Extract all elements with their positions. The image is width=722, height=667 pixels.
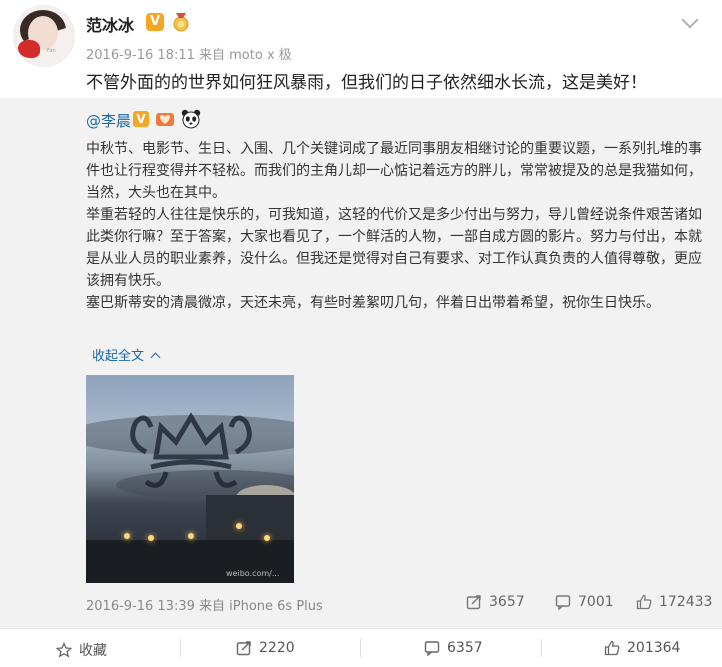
author-name[interactable]: 范冰冰 — [86, 12, 134, 36]
collapse-label: 收起全文 — [92, 349, 145, 364]
collapse-text-link[interactable]: 收起全文 — [92, 345, 161, 364]
panda-icon — [181, 109, 201, 129]
thumbs-up-icon — [604, 640, 620, 656]
like-count: 172433 — [659, 594, 713, 610]
reposted-text: 中秋节、电影节、生日、入围、几个关键词成了最近同事朋友相继讨论的重要议题，一系列… — [86, 138, 714, 314]
repost-count: 3657 — [489, 594, 525, 610]
favorite-button[interactable]: 收藏 — [56, 640, 107, 660]
star-icon — [56, 642, 72, 658]
reposted-card[interactable]: @李晨 V 中秋节、电影节、生日、入围、几个关键词成了最近同事朋友相继讨论的重要… — [0, 98, 722, 628]
avatar[interactable]: Fan — [13, 5, 75, 67]
share-icon — [236, 641, 251, 656]
post-meta: 2016-9-16 18:11 来自 moto x 极 — [86, 48, 292, 63]
medal-icon — [173, 13, 189, 32]
chevron-up-icon — [150, 352, 161, 363]
reposted-time: 2016-9-16 13:39 来自 iPhone 6s Plus — [86, 599, 323, 614]
repost-button[interactable]: 2220 — [236, 640, 295, 656]
comment-count: 7001 — [578, 594, 614, 610]
image-watermark: weibo.com/... — [226, 569, 280, 578]
thumbs-up-icon — [636, 594, 652, 610]
rose-icon — [18, 40, 40, 58]
share-icon — [466, 595, 481, 610]
like-count-button[interactable]: 172433 — [636, 594, 712, 610]
comment-icon — [555, 595, 571, 610]
repost-count: 2220 — [259, 640, 295, 656]
chevron-down-icon[interactable] — [681, 11, 699, 29]
comment-button[interactable]: 6357 — [424, 640, 483, 656]
favorite-label: 收藏 — [79, 643, 107, 659]
divider — [180, 639, 181, 657]
comment-count: 6357 — [447, 640, 483, 656]
reposted-user-link[interactable]: @李晨 — [86, 110, 131, 131]
crown-watermark-icon — [130, 412, 252, 488]
post-header: Fan 范冰冰 V 2016-9-16 18:11 来自 moto x 极 不管… — [0, 0, 722, 98]
heart-hands-icon — [156, 113, 174, 126]
paragraph: 塞巴斯蒂安的清晨微凉，天还未亮，有些时差絮叨几句，伴着日出带着希望，祝你生日快乐… — [86, 295, 660, 311]
paragraph: 举重若轻的人往往是快乐的，可我知道，这轻的代价又是多少付出与努力，导儿曾经说条件… — [86, 207, 702, 289]
like-count: 201364 — [627, 640, 681, 656]
divider — [541, 639, 542, 657]
action-bar: 收藏 2220 6357 201364 — [0, 628, 722, 667]
paragraph: 中秋节、电影节、生日、入围、几个关键词成了最近同事朋友相继讨论的重要议题，一系列… — [86, 141, 702, 201]
post-photo[interactable]: weibo.com/... — [86, 375, 294, 583]
like-button[interactable]: 201364 — [604, 640, 680, 656]
comment-icon — [424, 641, 440, 656]
verified-badge-icon: V — [133, 111, 149, 127]
repost-count-button[interactable]: 3657 — [466, 594, 525, 610]
divider — [360, 639, 361, 657]
verified-badge-icon: V — [146, 13, 164, 31]
post-content: 不管外面的的世界如何狂风暴雨，但我们的日子依然细水长流，这是美好！ — [86, 73, 647, 93]
comment-count-button[interactable]: 7001 — [555, 594, 614, 610]
